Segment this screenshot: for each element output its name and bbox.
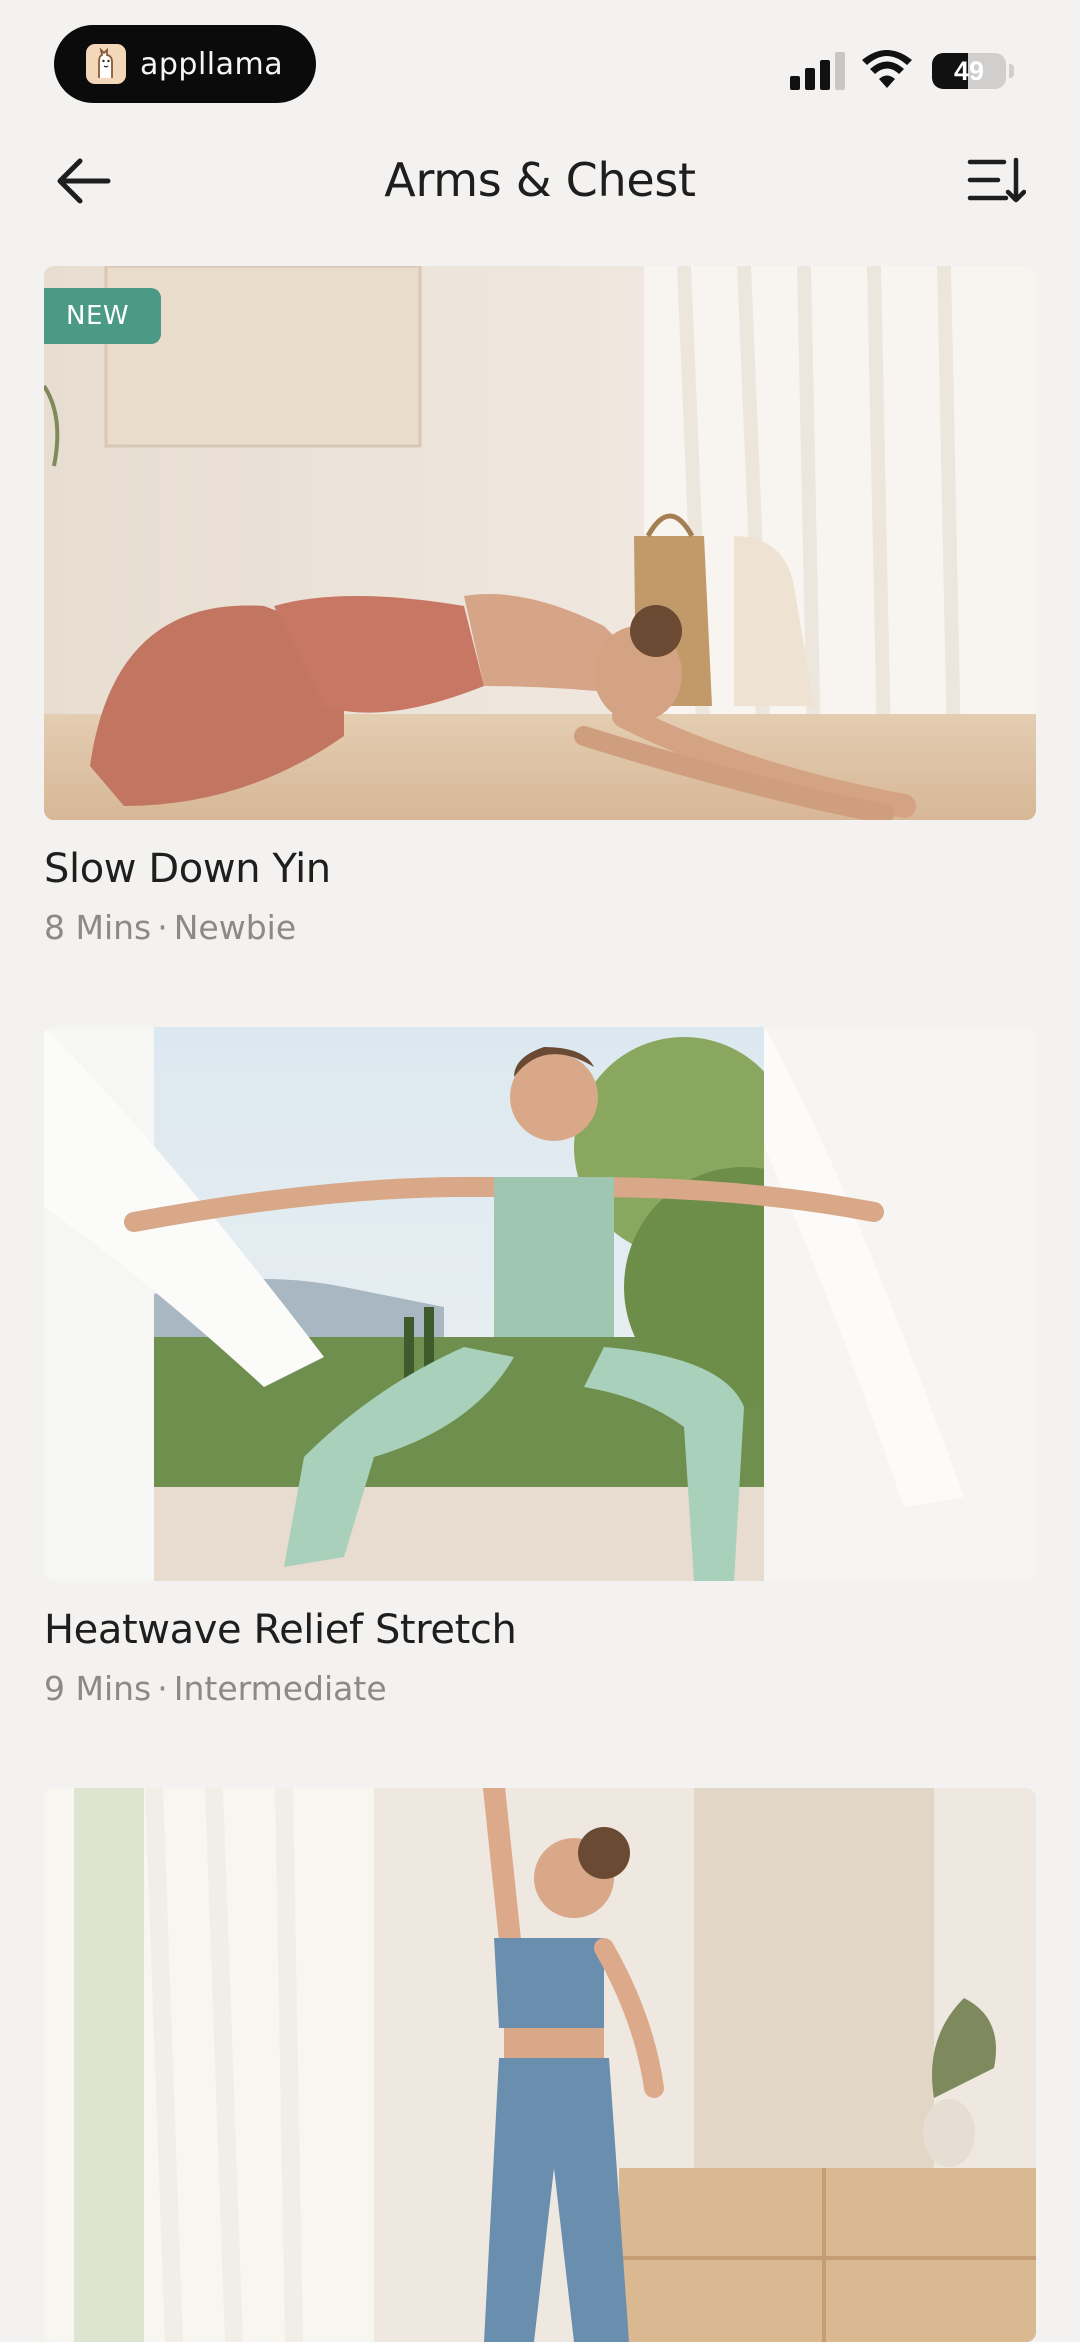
workout-thumbnail: NEW bbox=[44, 266, 1036, 820]
workout-card[interactable]: Heatwave Relief Stretch 9 Mins · Intermedi… bbox=[44, 1027, 1036, 1708]
signal-strength-icon bbox=[790, 52, 845, 90]
meta-separator: · bbox=[157, 1669, 168, 1708]
workout-thumbnail bbox=[44, 1027, 1036, 1581]
wifi-icon bbox=[862, 50, 912, 88]
workout-duration: 9 Mins bbox=[44, 1669, 152, 1708]
workout-thumbnail bbox=[44, 1788, 1036, 2342]
battery-level-text: 49 bbox=[953, 56, 985, 86]
workout-level: Newbie bbox=[173, 908, 297, 947]
status-bar: appllama 49 bbox=[0, 0, 1080, 120]
workout-title: Heatwave Relief Stretch bbox=[44, 1607, 517, 1653]
app-pill-label: appllama bbox=[140, 46, 284, 82]
app-pill[interactable]: appllama bbox=[54, 25, 316, 103]
llama-logo-icon bbox=[86, 44, 126, 84]
sort-list-icon[interactable] bbox=[966, 156, 1026, 204]
page-title: Arms & Chest bbox=[384, 153, 696, 207]
workout-meta: 9 Mins · Intermediate bbox=[44, 1669, 1036, 1708]
workout-card[interactable] bbox=[44, 1788, 1036, 2342]
woman-childs-pose-yoga-image bbox=[44, 266, 1036, 820]
new-badge: NEW bbox=[44, 288, 162, 344]
workout-meta: 8 Mins · Newbie bbox=[44, 908, 1036, 947]
workout-card[interactable]: NEW Slow Down Yin 8 Mins · Newbie bbox=[44, 266, 1036, 947]
meta-separator: · bbox=[157, 908, 168, 947]
workout-level: Intermediate bbox=[173, 1669, 387, 1708]
workout-title: Slow Down Yin bbox=[44, 846, 331, 892]
top-navigation-bar: Arms & Chest bbox=[0, 140, 1080, 220]
workout-duration: 8 Mins bbox=[44, 908, 152, 947]
woman-standing-arm-raised-stretch-image bbox=[44, 1788, 1036, 2342]
woman-lunge-arms-extended-image bbox=[44, 1027, 1036, 1581]
battery-indicator: 49 bbox=[932, 53, 1014, 89]
